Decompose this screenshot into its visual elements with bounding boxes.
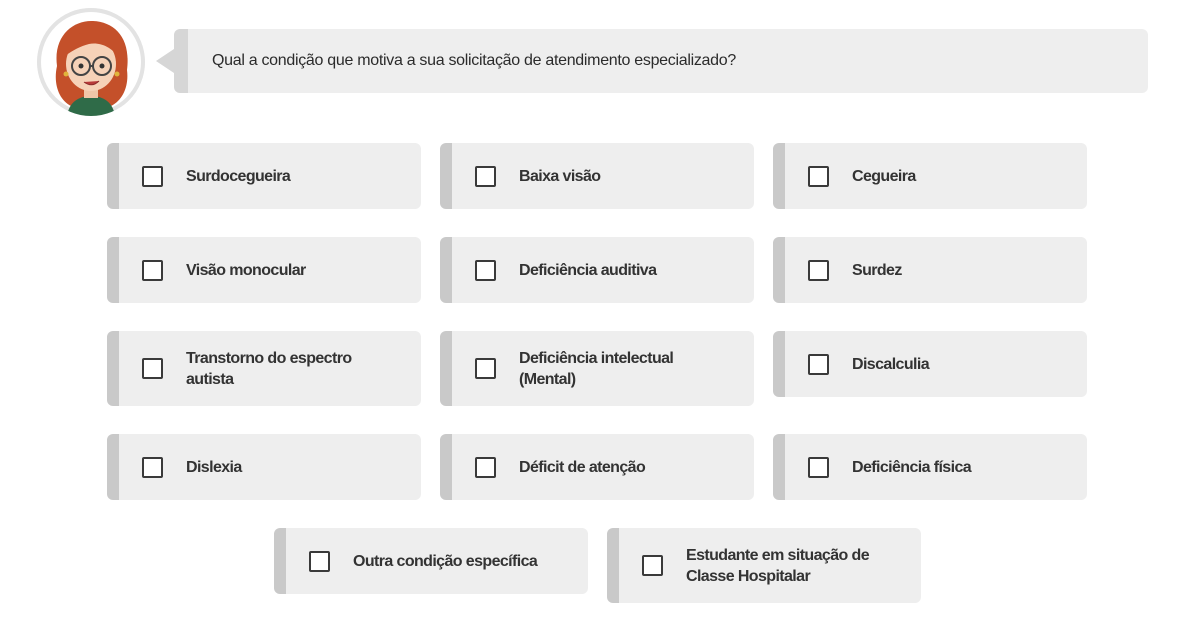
option-outra-condicao[interactable]: Outra condição específica	[274, 528, 588, 594]
option-label: Surdez	[852, 261, 902, 279]
option-label: Dislexia	[186, 458, 242, 476]
option-label: Baixa visão	[519, 167, 601, 185]
option-label: Déficit de atenção	[519, 458, 646, 476]
option-transtorno-espectro-autista[interactable]: Transtorno do espectro autista	[107, 331, 421, 406]
option-classe-hospitalar[interactable]: Estudante em situação de Classe Hospital…	[607, 528, 921, 603]
checkbox[interactable]	[808, 165, 829, 187]
option-surdocegueira[interactable]: Surdocegueira	[107, 143, 421, 209]
woman-avatar-icon	[37, 8, 145, 116]
speech-bubble-tail	[156, 49, 174, 73]
option-visao-monocular[interactable]: Visão monocular	[107, 237, 421, 303]
question-bubble: Qual a condição que motiva a sua solicit…	[174, 29, 1148, 93]
option-surdez[interactable]: Surdez	[773, 237, 1087, 303]
checkbox[interactable]	[475, 259, 496, 281]
option-dislexia[interactable]: Dislexia	[107, 434, 421, 500]
option-label: Outra condição específica	[353, 552, 538, 570]
option-deficiencia-auditiva[interactable]: Deficiência auditiva	[440, 237, 754, 303]
option-label: Surdocegueira	[186, 167, 291, 185]
checkbox[interactable]	[475, 358, 496, 379]
checkbox[interactable]	[142, 165, 163, 187]
option-label: Deficiência física	[852, 458, 972, 476]
option-label: Deficiência auditiva	[519, 261, 657, 279]
checkbox[interactable]	[142, 358, 163, 379]
option-label: Deficiência intelectual (Mental)	[519, 349, 674, 388]
avatar	[37, 8, 145, 116]
option-deficiencia-fisica[interactable]: Deficiência física	[773, 434, 1087, 500]
checkbox[interactable]	[309, 550, 330, 572]
option-label: Cegueira	[852, 167, 916, 185]
question-text: Qual a condição que motiva a sua solicit…	[212, 52, 736, 69]
option-cegueira[interactable]: Cegueira	[773, 143, 1087, 209]
checkbox[interactable]	[808, 353, 829, 375]
checkbox[interactable]	[142, 259, 163, 281]
checkbox[interactable]	[475, 456, 496, 478]
checkbox[interactable]	[808, 456, 829, 478]
checkbox[interactable]	[142, 456, 163, 478]
option-deficit-atencao[interactable]: Déficit de atenção	[440, 434, 754, 500]
option-deficiencia-intelectual[interactable]: Deficiência intelectual (Mental)	[440, 331, 754, 406]
option-label: Discalculia	[852, 355, 930, 373]
checkbox[interactable]	[475, 165, 496, 187]
checkbox[interactable]	[808, 259, 829, 281]
option-discalculia[interactable]: Discalculia	[773, 331, 1087, 397]
option-label: Estudante em situação de Classe Hospital…	[686, 546, 870, 585]
option-label: Visão monocular	[186, 261, 306, 279]
option-baixa-visao[interactable]: Baixa visão	[440, 143, 754, 209]
option-label: Transtorno do espectro autista	[186, 349, 352, 388]
checkbox[interactable]	[642, 555, 663, 576]
